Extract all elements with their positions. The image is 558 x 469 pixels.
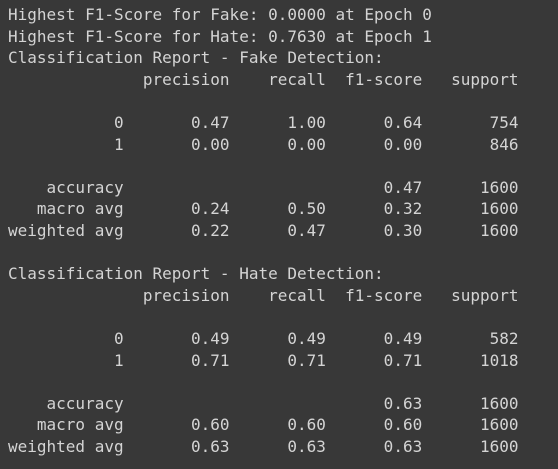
output-line: Highest F1-Score for Fake: 0.0000 at Epo… <box>8 5 432 24</box>
output-line: precision recall f1-score support <box>8 285 519 305</box>
output-line: weighted avg 0.63 0.63 0.63 1600 <box>8 436 519 456</box>
output-line: Classification Report - Hate Detection: <box>8 264 384 284</box>
output-line: accuracy 0.63 1600 <box>8 393 519 413</box>
output-line: Classification Report - Fake Detection: <box>8 48 384 68</box>
output-line: precision recall f1-score support <box>8 69 519 89</box>
output-line: macro avg 0.60 0.60 0.60 1600 <box>8 415 519 435</box>
output-line: 0 0.47 1.00 0.64 754 <box>8 112 519 132</box>
output-line: macro avg 0.24 0.50 0.32 1600 <box>8 199 519 219</box>
output-line: accuracy 0.47 1600 <box>8 177 519 197</box>
output-line: 1 0.71 0.71 0.71 1018 <box>8 350 519 370</box>
output-line: weighted avg 0.22 0.47 0.30 1600 <box>8 220 519 240</box>
output-line: Highest F1-Score for Hate: 0.7630 at Epo… <box>8 26 432 46</box>
cell-output: Highest F1-Score for Fake: 0.0000 at Epo… <box>8 4 519 457</box>
output-line: 1 0.00 0.00 0.00 846 <box>8 134 519 154</box>
output-line: 0 0.49 0.49 0.49 582 <box>8 328 519 348</box>
